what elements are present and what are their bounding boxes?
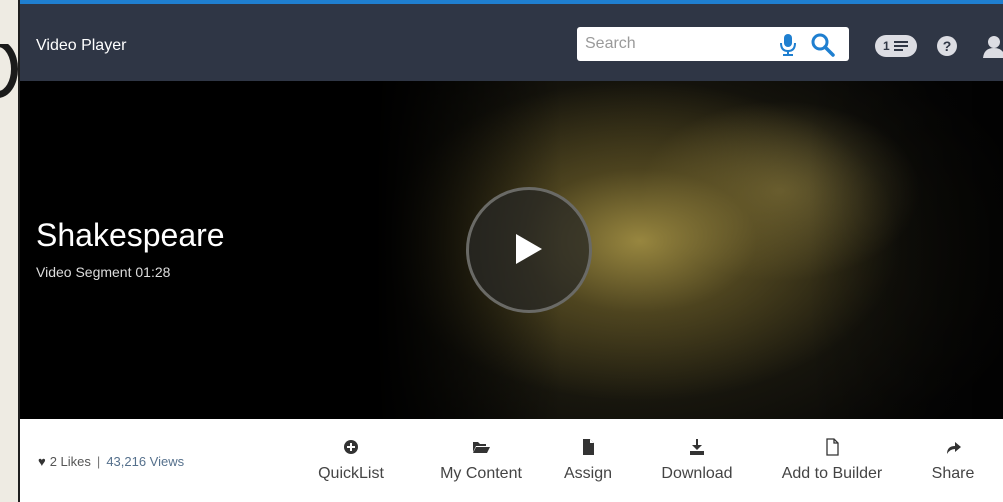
- heart-icon: ♥: [38, 454, 46, 469]
- my-content-label: My Content: [440, 465, 522, 482]
- top-navigation-bar: Video Player 1: [20, 0, 1003, 81]
- file-outline-icon: [826, 438, 839, 456]
- add-to-builder-label: Add to Builder: [781, 465, 883, 482]
- partial-glyph: [0, 40, 18, 98]
- assign-label: Assign: [563, 465, 613, 482]
- user-icon[interactable]: [982, 34, 1003, 58]
- likes-count: 2 Likes: [49, 454, 91, 469]
- folder-open-icon: [473, 442, 490, 453]
- quicklist-button[interactable]: QuickList: [316, 437, 386, 487]
- list-icon: [894, 41, 908, 51]
- microphone-icon[interactable]: [777, 33, 799, 57]
- help-icon[interactable]: ?: [937, 36, 957, 56]
- video-area[interactable]: Shakespeare Video Segment 01:28: [20, 81, 1003, 419]
- quicklist-count: 1: [883, 39, 890, 53]
- page-title: Video Player: [36, 37, 127, 54]
- document-icon: [583, 439, 594, 455]
- video-player-window: Video Player 1: [18, 0, 1003, 502]
- search-icon[interactable]: [810, 32, 836, 58]
- assign-button[interactable]: Assign: [558, 437, 618, 487]
- share-arrow-icon: [947, 442, 961, 454]
- search-box: [577, 27, 849, 61]
- search-input[interactable]: [585, 33, 765, 55]
- play-button[interactable]: [466, 187, 592, 313]
- share-label: Share: [931, 465, 975, 482]
- left-edge-strip: [0, 0, 18, 502]
- share-button[interactable]: Share: [926, 437, 980, 487]
- my-content-button[interactable]: My Content: [428, 437, 534, 487]
- stats-separator: |: [96, 454, 101, 469]
- plus-circle-icon: [344, 440, 358, 454]
- download-label: Download: [661, 465, 733, 482]
- download-button[interactable]: Download: [654, 437, 740, 487]
- video-title: Shakespeare: [36, 217, 225, 253]
- views-count: 43,216 Views: [106, 454, 185, 469]
- video-segment-duration: Video Segment 01:28: [36, 264, 171, 280]
- download-icon: [690, 439, 704, 455]
- quicklist-counter-button[interactable]: 1: [875, 35, 917, 57]
- play-icon: [516, 234, 542, 264]
- quicklist-label: QuickList: [318, 465, 384, 482]
- action-bar: ♥ 2 Likes | 43,216 Views QuickList My Conte…: [20, 419, 1003, 502]
- video-stats: ♥ 2 Likes | 43,216 Views: [38, 454, 184, 469]
- add-to-builder-button[interactable]: Add to Builder: [776, 437, 888, 487]
